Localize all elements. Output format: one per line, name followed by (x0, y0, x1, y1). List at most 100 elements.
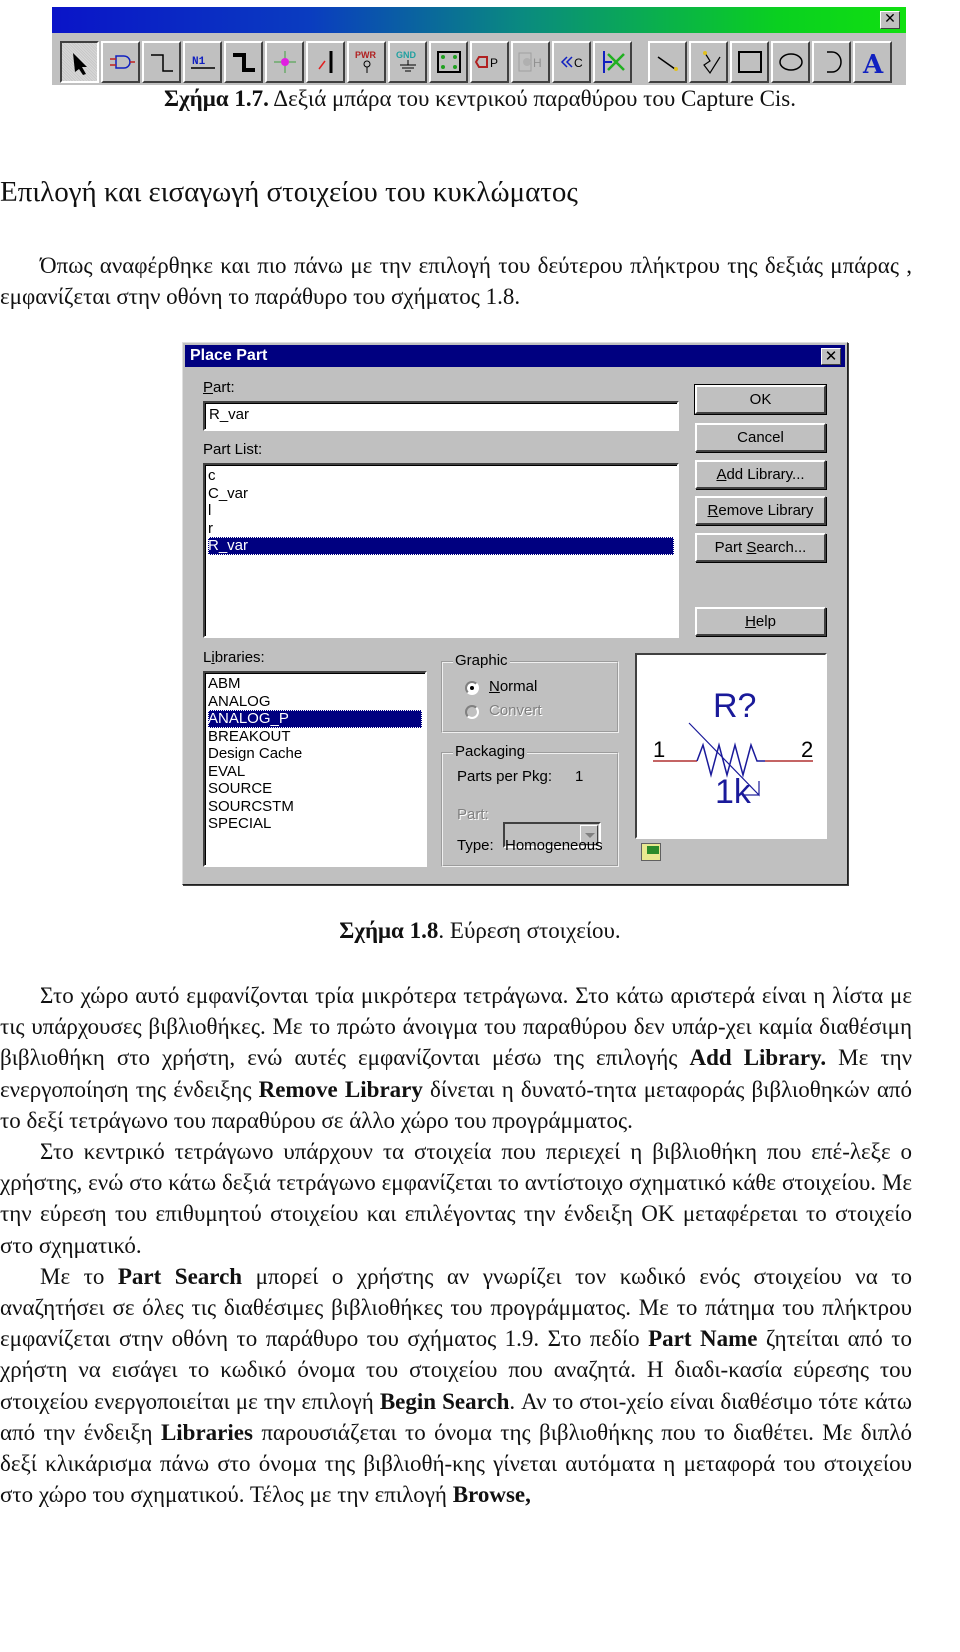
part-preview: R? 1 2 1k (635, 653, 827, 839)
part-list-item[interactable]: c (208, 467, 674, 485)
place-polyline-tool-button[interactable] (689, 41, 728, 83)
parts-per-pkg-value: 1 (575, 768, 584, 785)
capture-toolbar-figure: ✕ N1 PWR GND P H C A (52, 7, 906, 85)
place-ground-icon: GND (396, 50, 417, 72)
intro-text: Όπως αναφέρθηκε και πιο πάνω με την επιλ… (0, 253, 912, 310)
svg-text:C: C (574, 56, 583, 70)
packaging-group: Packaging Parts per Pkg: 1 Part: Type: H… (441, 743, 619, 867)
place-arc-tool-button[interactable] (812, 41, 851, 83)
part-list-item[interactable]: l (208, 502, 674, 520)
place-junction-tool-button[interactable] (265, 41, 304, 83)
libraries-list[interactable]: ABM ANALOG ANALOG_P BREAKOUT Design Cache EVA… (203, 671, 427, 867)
part-search-button[interactable]: Part Search... (695, 533, 826, 562)
help-button[interactable]: Help (695, 607, 826, 636)
convert-radio-label: Convert (489, 702, 542, 719)
place-text-tool-button[interactable]: A (853, 41, 892, 83)
place-hierarchical-block-tool-button[interactable] (429, 41, 468, 83)
place-power-tool-button[interactable]: PWR (347, 41, 386, 83)
place-net-alias-tool-button[interactable]: N1 (183, 41, 222, 83)
part-list-item[interactable]: r (208, 520, 674, 538)
normal-radio-label: Normal (489, 678, 538, 695)
place-off-page-connector-icon: C (560, 56, 583, 70)
body-text: Στο χώρο αυτό εμφανίζονται τρία μικρότερ… (0, 980, 912, 1510)
refdes-label: R? (713, 687, 756, 725)
add-library-button[interactable]: Add Library... (695, 460, 826, 489)
toolbar-close-button[interactable]: ✕ (880, 11, 900, 29)
caption-text: . Εύρεση στοιχείου. (438, 918, 621, 943)
type-label: Type: (457, 837, 494, 854)
paragraph-text: Με το (40, 1263, 118, 1289)
convert-radio[interactable] (465, 705, 479, 719)
place-power-icon: PWR (355, 50, 376, 73)
bold-term: Part Search (117, 1263, 243, 1289)
svg-text:PWR: PWR (355, 50, 376, 60)
svg-text:GND: GND (396, 50, 417, 60)
library-list-item[interactable]: Design Cache (208, 745, 422, 763)
library-list-item[interactable]: BREAKOUT (208, 728, 422, 746)
packaging-group-title: Packaging (453, 743, 528, 760)
library-list-item[interactable]: SPECIAL (208, 815, 422, 833)
body-paragraph: Με το Part Search μπορεί ο χρήστης αν γν… (0, 1261, 912, 1511)
library-list-item[interactable]: SOURCSTM (208, 798, 422, 816)
pin-2-label: 2 (801, 737, 813, 762)
parts-per-pkg-label: Parts per Pkg: (457, 768, 553, 785)
part-label: Part: (203, 379, 235, 396)
type-value: Homogeneous (505, 837, 603, 854)
place-hierarchical-pin-tool-button[interactable]: H (511, 41, 550, 83)
place-wire-tool-button[interactable] (142, 41, 181, 83)
place-ground-tool-button[interactable]: GND (388, 41, 427, 83)
library-list-item[interactable]: ANALOG_P (208, 710, 422, 728)
library-icon[interactable] (641, 843, 661, 861)
place-rectangle-icon (737, 51, 762, 73)
place-hierarchical-block-icon (436, 51, 461, 73)
part-input[interactable]: R_var (203, 401, 679, 431)
library-list-item[interactable]: EVAL (208, 763, 422, 781)
select-tool-button[interactable] (60, 41, 99, 83)
place-ellipse-icon (778, 53, 803, 71)
dialog-close-button[interactable]: ✕ (821, 348, 841, 365)
bold-term: Add Library. (689, 1045, 827, 1071)
part-list-item[interactable]: C_var (208, 485, 674, 503)
place-part-dialog: Place Part ✕ Part: R_var Part List: c C_v… (182, 342, 848, 885)
place-port-tool-button[interactable]: P (470, 41, 509, 83)
bold-term: Begin Search (379, 1388, 510, 1414)
figure-1-7-caption: Σχήμα 1.7. Δεξιά μπάρα του κεντρικού παρ… (0, 86, 960, 112)
caption-text: Δεξιά μπάρα του κεντρικού παραθύρου του … (268, 86, 797, 111)
place-bus-entry-icon (317, 51, 332, 73)
library-list-item[interactable]: ABM (208, 675, 422, 693)
body-paragraph: Στο χώρο αυτό εμφανίζονται τρία μικρότερ… (0, 980, 912, 1136)
place-no-connect-icon (602, 51, 625, 73)
library-list-item[interactable]: SOURCE (208, 780, 422, 798)
place-text-icon: A (862, 50, 884, 77)
body-paragraph: Στο κεντρικό τετράγωνο υπάρχουν τα στοιχ… (0, 1136, 912, 1261)
place-bus-entry-tool-button[interactable] (306, 41, 345, 83)
part-list-label: Part List: (203, 441, 263, 458)
remove-library-button[interactable]: Remove Library (695, 496, 826, 525)
library-list-item[interactable]: ANALOG (208, 693, 422, 711)
part-list[interactable]: c C_var l r R_var (203, 463, 679, 638)
place-bus-icon (232, 53, 255, 72)
place-ellipse-tool-button[interactable] (771, 41, 810, 83)
bold-term: Part Name (648, 1326, 758, 1352)
caption-label: Σχήμα 1.7. (163, 86, 269, 111)
place-line-tool-button[interactable] (648, 41, 687, 83)
place-wire-icon (150, 54, 173, 72)
toolbar-titlebar: ✕ (52, 7, 906, 33)
place-line-icon (657, 56, 678, 71)
place-arc-icon (826, 51, 842, 73)
place-port-icon: P (474, 56, 498, 70)
ok-button[interactable]: OK (694, 384, 827, 415)
graphic-group: Graphic Normal Convert (441, 652, 619, 733)
dialog-title: Place Part (190, 347, 268, 364)
place-no-connect-tool-button[interactable] (593, 41, 632, 83)
place-net-alias-icon: N1 (190, 56, 215, 69)
cancel-button[interactable]: Cancel (695, 423, 826, 452)
graphic-group-title: Graphic (453, 652, 510, 669)
place-off-page-connector-tool-button[interactable]: C (552, 41, 591, 83)
place-bus-tool-button[interactable] (224, 41, 263, 83)
normal-radio[interactable] (465, 681, 479, 695)
place-part-tool-button[interactable] (101, 41, 140, 83)
part-list-item[interactable]: R_var (208, 537, 674, 555)
place-rectangle-tool-button[interactable] (730, 41, 769, 83)
section-heading: Επιλογή και εισαγωγή στοιχείου του κυκλώ… (0, 176, 578, 208)
